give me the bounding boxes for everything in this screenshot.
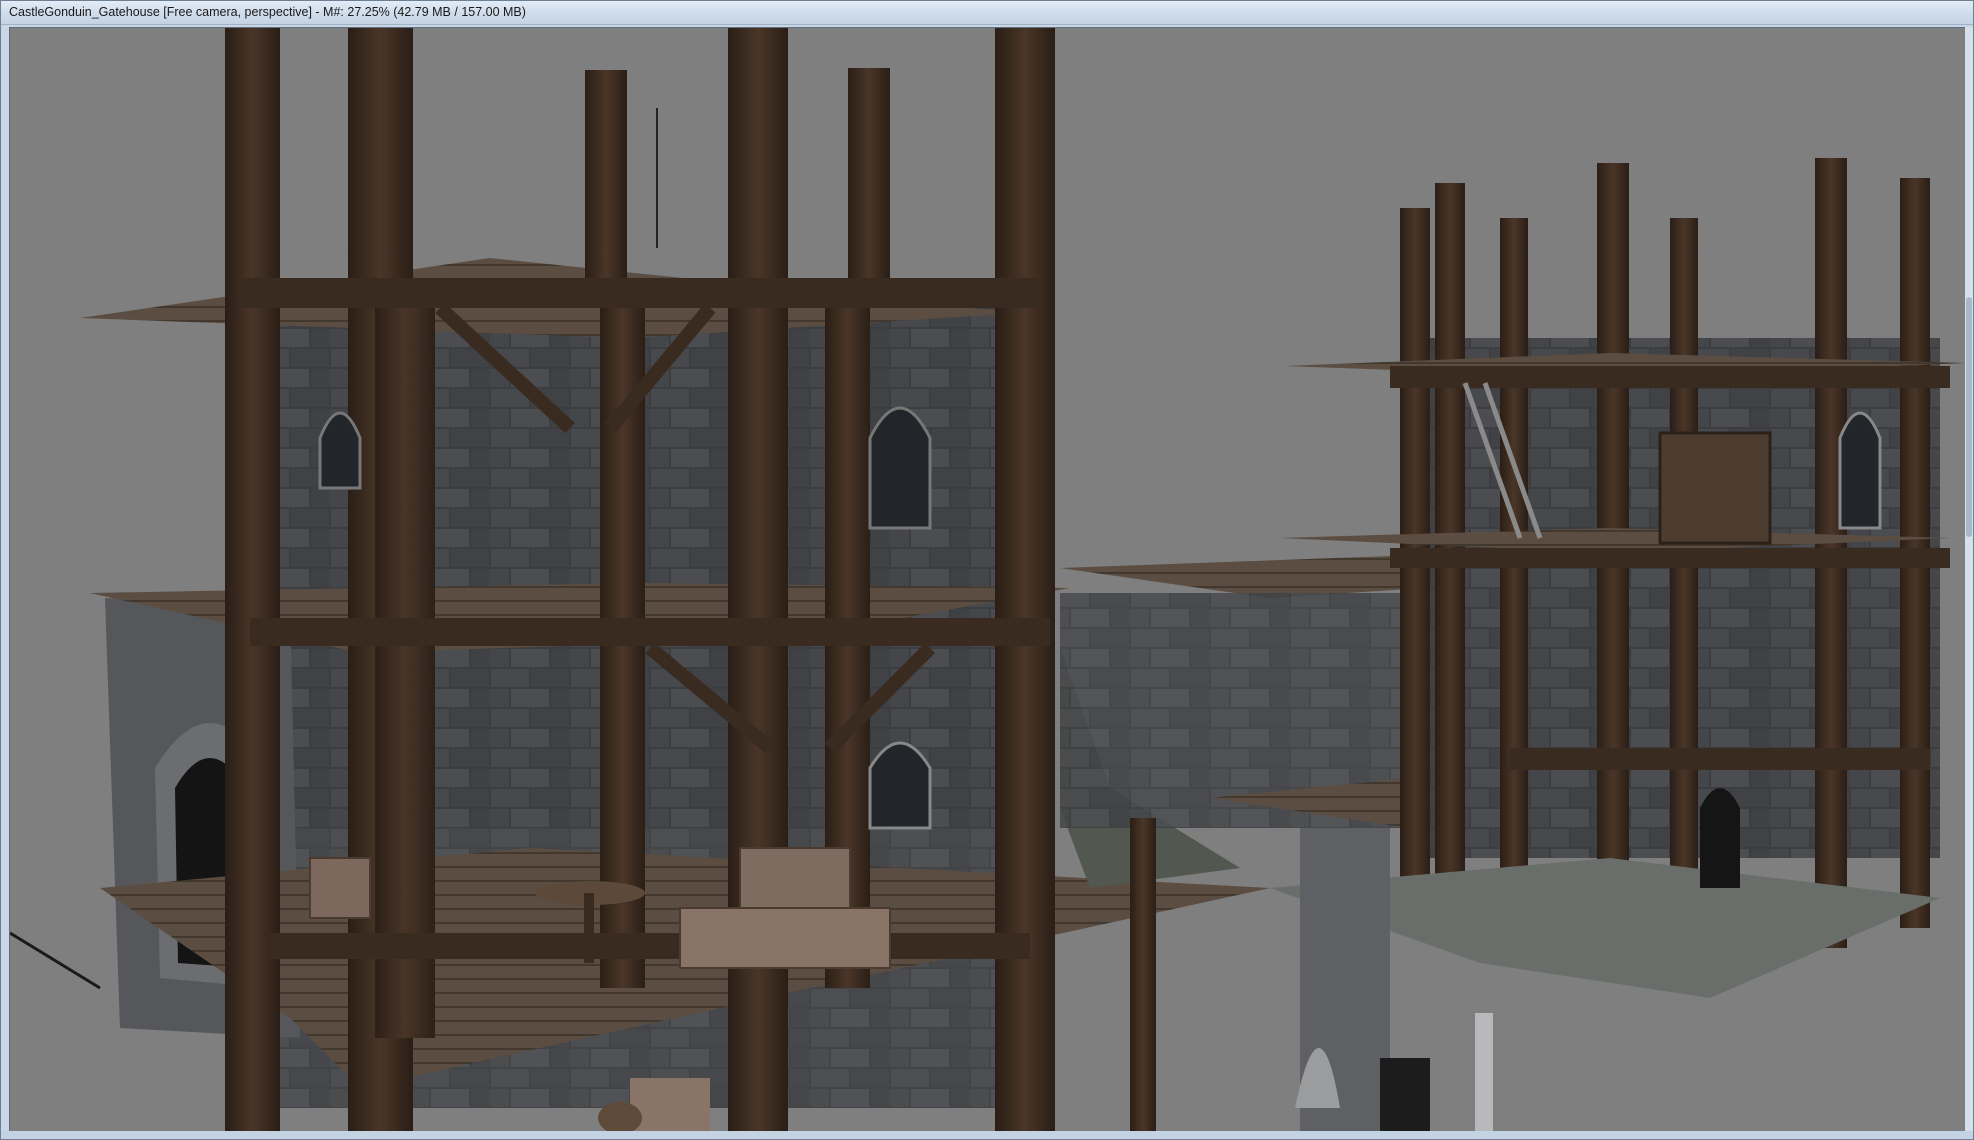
scrollbar-thumb[interactable] bbox=[1966, 297, 1972, 537]
status-strip bbox=[1, 1131, 1973, 1139]
window-title: CastleGonduin_Gatehouse [Free camera, pe… bbox=[9, 5, 526, 19]
editor-window: CastleGonduin_Gatehouse [Free camera, pe… bbox=[0, 0, 1974, 1140]
viewport-scrollbar[interactable] bbox=[1965, 27, 1973, 1133]
3d-render-icon bbox=[10, 28, 1965, 1132]
render-viewport[interactable] bbox=[9, 27, 1967, 1133]
title-bar[interactable]: CastleGonduin_Gatehouse [Free camera, pe… bbox=[1, 1, 1973, 25]
